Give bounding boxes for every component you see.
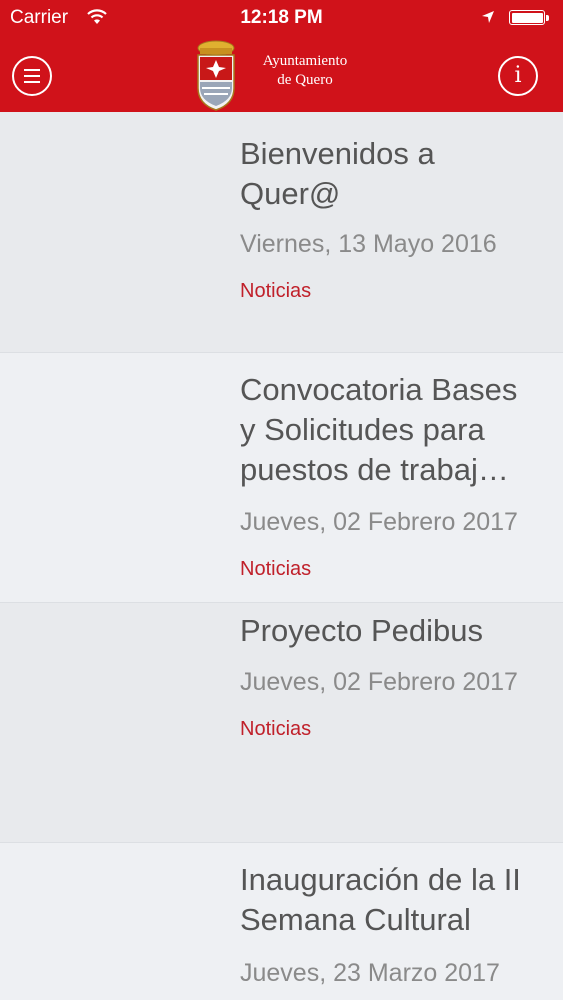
news-category: Noticias (240, 280, 312, 302)
status-bar: Carrier 12:18 PM (0, 0, 563, 36)
news-thumbnail (0, 843, 225, 1000)
news-category: Noticias (240, 558, 312, 580)
news-thumbnail (0, 353, 225, 603)
battery-tip (546, 15, 549, 21)
news-title: Proyecto Pedibus (240, 613, 483, 648)
hamburger-menu-icon[interactable] (12, 56, 52, 96)
clock: 12:18 PM (240, 7, 323, 28)
news-list: Bienvenidos a Quer@ Viernes, 13 Mayo 201… (0, 112, 563, 1000)
battery-icon (509, 10, 545, 25)
brand-line-2: de Quero (277, 72, 333, 88)
news-date: Jueves, 23 Marzo 2017 (240, 959, 500, 987)
news-category: Noticias (240, 718, 312, 740)
location-arrow-icon (482, 11, 494, 23)
news-thumbnail (0, 112, 225, 353)
news-date: Jueves, 02 Febrero 2017 (240, 508, 518, 536)
coat-of-arms-logo (197, 40, 235, 111)
news-date: Jueves, 02 Febrero 2017 (240, 668, 518, 696)
news-title: Inauguración de la II Semana Cultural (240, 862, 521, 937)
news-item[interactable]: Bienvenidos a Quer@ Viernes, 13 Mayo 201… (0, 112, 563, 353)
news-title: Convocatoria Bases y Solicitudes para pu… (240, 372, 518, 487)
news-thumbnail (0, 603, 225, 843)
info-icon[interactable]: i (498, 56, 538, 96)
news-date: Viernes, 13 Mayo 2016 (240, 230, 497, 258)
brand-line-1: Ayuntamiento (262, 53, 348, 69)
brand-title: Ayuntamiento de Quero (240, 52, 370, 90)
news-item[interactable]: Inauguración de la II Semana Cultural Ju… (0, 843, 563, 1000)
news-item[interactable]: Proyecto Pedibus Jueves, 02 Febrero 2017… (0, 603, 563, 843)
news-title: Bienvenidos a Quer@ (240, 136, 435, 211)
news-item[interactable]: Convocatoria Bases y Solicitudes para pu… (0, 353, 563, 603)
nav-bar: Ayuntamiento de Quero i (0, 36, 563, 112)
